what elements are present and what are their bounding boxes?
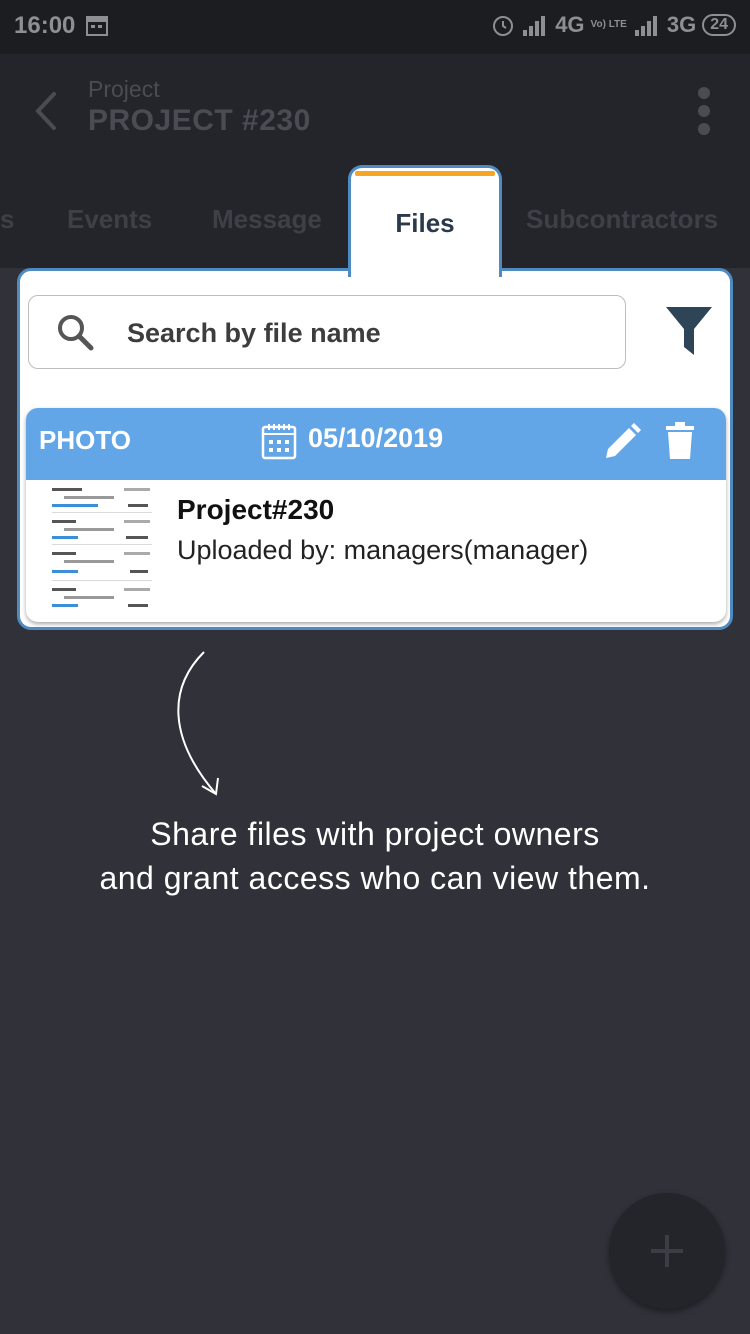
onboarding-caption: Share files with project owners and gran…: [0, 812, 750, 900]
signal-icon: [523, 16, 546, 36]
status-icons: 4G Vo) LTE 3G 24: [491, 12, 736, 38]
tab-events[interactable]: Events: [67, 204, 152, 235]
tab-partial[interactable]: s: [0, 204, 14, 235]
file-thumbnail: [50, 484, 154, 614]
file-name: Project#230: [177, 494, 335, 525]
calendar-icon: [261, 424, 297, 460]
page-title: PROJECT #230: [88, 104, 311, 137]
tab-files[interactable]: Files: [348, 165, 502, 277]
network-type-1: 4G: [555, 12, 585, 37]
active-tab-indicator: [355, 171, 495, 176]
plus-icon: [651, 1235, 683, 1267]
header-subtitle: Project: [88, 76, 160, 102]
file-uploader: Uploaded by: managers(manager): [177, 535, 589, 565]
status-bar: 16:00 4G Vo) LTE 3G 24: [0, 0, 750, 54]
search-input[interactable]: Search by file name: [28, 295, 626, 369]
search-icon: [58, 315, 94, 351]
caption-line-1: Share files with project owners: [150, 816, 600, 852]
network-type-2: 3G: [666, 12, 697, 37]
back-arrow-icon[interactable]: [30, 90, 60, 132]
search-placeholder: Search by file name: [127, 318, 381, 348]
tab-message[interactable]: Message: [212, 204, 322, 235]
add-button[interactable]: [609, 1193, 725, 1309]
tab-files-label: Files: [395, 208, 455, 238]
files-panel: Search by file name PHOTO 05/10/2019 Pro…: [17, 268, 733, 630]
file-date: 05/10/2019: [308, 423, 444, 453]
file-card-header: PHOTO 05/10/2019: [26, 408, 726, 480]
more-options-icon[interactable]: [696, 86, 712, 136]
signal-icon-2: [634, 16, 657, 36]
alarm-icon: [493, 16, 514, 36]
filter-icon[interactable]: [664, 305, 714, 357]
edit-pencil-icon[interactable]: [602, 422, 642, 462]
curved-arrow-icon: [177, 651, 219, 796]
file-type-label: PHOTO: [39, 425, 131, 455]
trash-icon[interactable]: [664, 422, 696, 460]
caption-line-2: and grant access who can view them.: [99, 860, 651, 896]
file-list-item[interactable]: PHOTO 05/10/2019 Project#230 Uploaded by…: [26, 408, 726, 622]
volte-label: Vo) LTE: [590, 19, 627, 30]
battery-indicator: 24: [702, 14, 736, 36]
status-time: 16:00: [14, 12, 76, 39]
calendar-notification-icon: [86, 16, 108, 36]
tab-subcontractors[interactable]: Subcontractors: [526, 204, 718, 235]
